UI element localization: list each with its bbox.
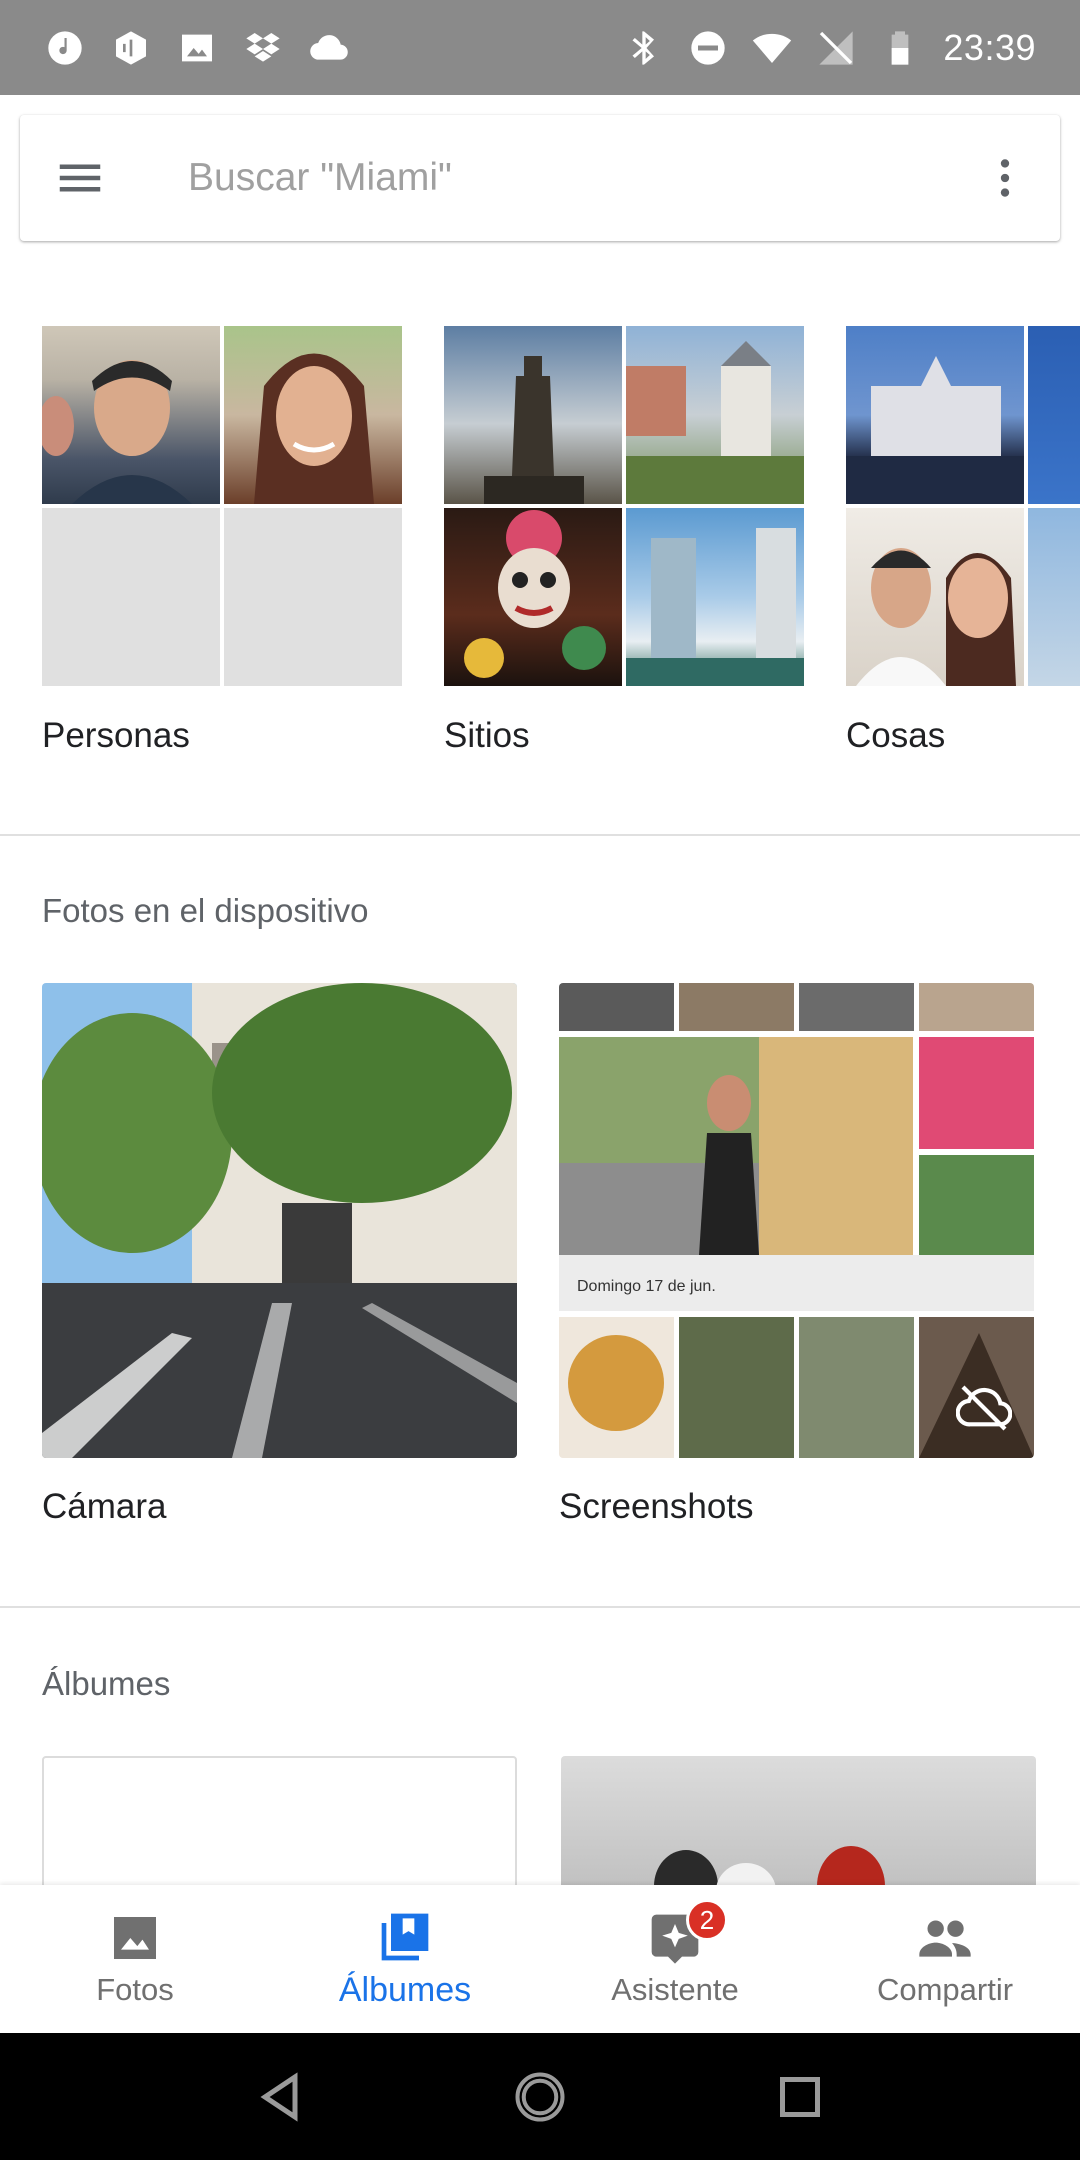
divider <box>0 1606 1080 1608</box>
thing-thumbnail <box>846 326 1024 504</box>
thing-thumbnail <box>846 508 1024 686</box>
home-icon[interactable] <box>510 2067 570 2127</box>
section-title-device-photos: Fotos en el dispositivo <box>42 892 369 929</box>
search-input[interactable] <box>140 156 950 200</box>
recents-icon[interactable] <box>770 2067 830 2127</box>
screenshot-date-text: Domingo 17 de jun. <box>577 1278 716 1295</box>
album-label-camera: Cámara <box>42 1487 167 1526</box>
category-label: Sitios <box>444 716 530 755</box>
clock: 23:39 <box>943 26 1036 68</box>
place-thumbnail <box>444 326 622 504</box>
nav-label: Álbumes <box>338 1970 472 2009</box>
person-face-thumbnail <box>224 326 402 504</box>
photo-icon <box>114 1917 156 1959</box>
nav-item-compartir[interactable]: Compartir <box>810 1885 1080 2033</box>
more-options-icon[interactable] <box>950 115 1060 241</box>
categories-row: Personas Sitios Cosas <box>0 326 1080 766</box>
cloud-icon <box>308 27 350 69</box>
divider <box>0 834 1080 836</box>
album-cover[interactable] <box>561 1756 1036 1896</box>
category-sitios[interactable]: Sitios <box>444 326 804 756</box>
person-face-thumbnail <box>42 326 220 504</box>
nav-label: Fotos <box>96 1972 174 2007</box>
hamburger-menu-icon[interactable] <box>20 115 140 241</box>
category-label: Cosas <box>846 716 946 755</box>
place-thumbnail <box>626 326 804 504</box>
music-icon <box>44 27 86 69</box>
people-icon <box>919 1920 971 1957</box>
nav-label: Asistente <box>611 1972 739 2007</box>
nav-label: Compartir <box>876 1972 1014 2007</box>
back-icon[interactable] <box>250 2067 310 2127</box>
cloud-off-icon <box>956 1385 1012 1431</box>
do-not-disturb-icon <box>687 27 729 69</box>
thing-thumbnail <box>1028 326 1080 504</box>
no-signal-icon <box>815 27 857 69</box>
category-cosas[interactable]: Cosas <box>846 326 1080 756</box>
nav-item-asistente[interactable]: 2 Asistente <box>540 1885 810 2033</box>
nav-item-albumes[interactable]: Álbumes <box>270 1885 540 2033</box>
system-navigation-bar <box>0 2033 1080 2160</box>
bottom-navigation: Fotos Álbumes 2 Asistente Compartir <box>0 1885 1080 2033</box>
category-label: Personas <box>42 716 190 755</box>
place-thumbnail <box>444 508 622 686</box>
search-bar <box>20 115 1060 241</box>
screenshots-album-cover[interactable]: Domingo 17 de jun. <box>559 983 1034 1458</box>
wifi-icon <box>751 27 793 69</box>
empty-thumbnail <box>224 508 402 686</box>
thing-thumbnail <box>1028 508 1080 686</box>
hexagon-app-icon <box>110 27 152 69</box>
album-label-screenshots: Screenshots <box>559 1487 754 1526</box>
image-icon <box>176 27 218 69</box>
bluetooth-icon <box>623 27 665 69</box>
section-title-albums: Álbumes <box>42 1665 171 1702</box>
status-bar: 23:39 <box>0 0 1080 95</box>
place-thumbnail <box>626 508 804 686</box>
empty-thumbnail <box>42 508 220 686</box>
battery-icon <box>879 27 921 69</box>
nav-item-fotos[interactable]: Fotos <box>0 1885 270 2033</box>
dropbox-icon <box>242 27 284 69</box>
album-cover-empty[interactable] <box>42 1756 517 1896</box>
camera-album-cover[interactable] <box>42 983 517 1458</box>
category-personas[interactable]: Personas <box>42 326 402 756</box>
albums-icon <box>381 1913 429 1960</box>
notification-badge: 2 <box>686 1899 728 1941</box>
